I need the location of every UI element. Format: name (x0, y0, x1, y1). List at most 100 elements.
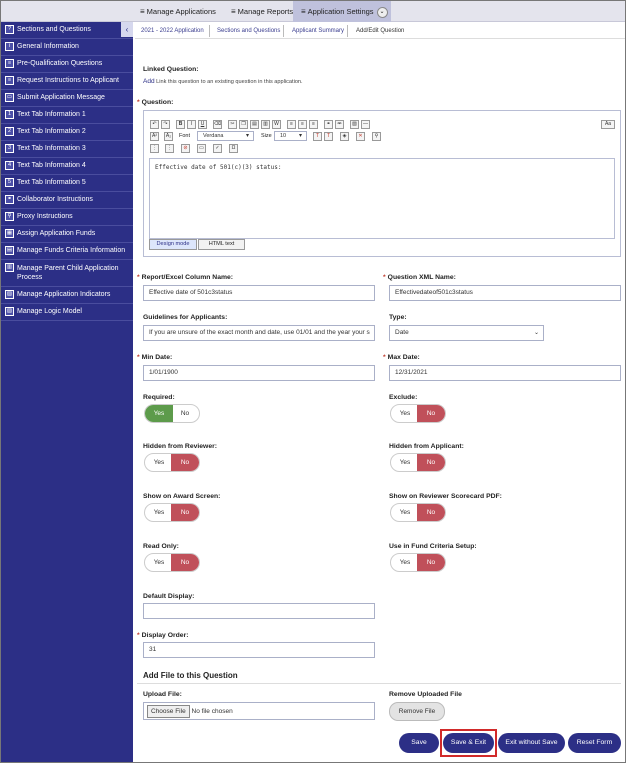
sidebar-item-icon: ▭ (5, 93, 14, 102)
chevron-down-icon: ⌄ (533, 330, 539, 336)
sidebar-item-1[interactable]: i General Information (1, 39, 133, 56)
guidelines-input[interactable]: If you are unsure of the exact month and… (143, 325, 375, 341)
choose-file-button[interactable]: Choose File (147, 705, 190, 718)
cancel-icon[interactable]: ⊘ (181, 144, 190, 153)
sidebar-item-14[interactable]: ▥ Manage Parent Child Application Process (1, 260, 133, 287)
fund-criteria-label: Use in Fund Criteria Setup: (389, 543, 477, 550)
highlight-box (440, 729, 497, 757)
design-mode-tab[interactable]: Design mode (149, 239, 197, 250)
read-only-toggle[interactable]: Yes No (144, 553, 200, 572)
sidebar-item-15[interactable]: ▨ Manage Application Indicators (1, 287, 133, 304)
exclude-label: Exclude: (389, 394, 418, 401)
tab-manage-applications[interactable]: ≡ Manage Applications (132, 1, 224, 22)
save-button[interactable]: Save (399, 733, 439, 753)
award-screen-toggle[interactable]: Yes No (144, 503, 200, 522)
print-icon[interactable]: ▭ (197, 144, 206, 153)
breadcrumb-current: Add/Edit Question (356, 28, 405, 34)
breadcrumb-item[interactable]: 2021 - 2022 Application (141, 25, 204, 37)
sidebar-item-3[interactable]: ≡ Request Instructions to Applicant (1, 73, 133, 90)
add-link[interactable]: Add (143, 78, 155, 85)
unlink-icon[interactable]: ⚮ (335, 120, 344, 129)
subscript-icon[interactable]: A₂ (164, 132, 173, 141)
ordered-list-icon[interactable]: ⋮ (150, 144, 159, 153)
sidebar-item-label: Text Tab Information 1 (17, 111, 86, 118)
link-icon[interactable]: ⚭ (324, 120, 333, 129)
size-select[interactable]: 10 ▾ (274, 131, 307, 141)
required-toggle[interactable]: Yes No (144, 404, 200, 423)
sidebar-item-label: Text Tab Information 4 (17, 162, 86, 169)
sidebar-item-label: Sections and Questions (17, 26, 91, 33)
scorecard-toggle[interactable]: Yes No (390, 503, 446, 522)
file-input[interactable]: Choose File No file chosen (143, 702, 375, 720)
sidebar-item-16[interactable]: ▧ Manage Logic Model (1, 304, 133, 321)
cut-icon[interactable]: ✂ (228, 120, 237, 129)
html-text-tab[interactable]: HTML text (198, 239, 245, 250)
tab-manage-reports[interactable]: ≡ Manage Reports (223, 1, 301, 22)
special-char-icon[interactable]: Ω (229, 144, 238, 153)
hidden-reviewer-toggle[interactable]: Yes No (144, 453, 200, 472)
spellcheck-icon[interactable]: ✓ (213, 144, 222, 153)
sidebar-item-4[interactable]: ▭ Submit Application Message (1, 90, 133, 107)
image-icon[interactable]: ▨ (350, 120, 359, 129)
align-center-icon[interactable]: ≡ (298, 120, 307, 129)
eraser-icon[interactable]: ⌫ (213, 120, 222, 129)
zoom-icon[interactable]: ⚲ (372, 132, 381, 141)
align-left-icon[interactable]: ≡ (287, 120, 296, 129)
question-text-area[interactable]: Effective date of 501(c)(3) status: (149, 158, 615, 239)
font-select[interactable]: Verdana ▾ (197, 131, 254, 141)
bold-icon[interactable]: B (176, 120, 185, 129)
text-color-icon[interactable]: T (313, 132, 322, 141)
paste-text-icon[interactable]: ▥ (261, 120, 270, 129)
display-order-input[interactable]: 31 (143, 642, 375, 658)
sidebar-item-label: Manage Parent Child Application Process (17, 265, 119, 281)
sidebar-item-0[interactable]: ? Sections and Questions (1, 22, 133, 39)
reset-form-button[interactable]: Reset Form (568, 733, 621, 753)
sidebar-item-5[interactable]: 1 Text Tab Information 1 (1, 107, 133, 124)
fill-icon[interactable]: ◈ (340, 132, 349, 141)
min-date-input[interactable]: 1/01/1900 (143, 365, 375, 381)
font-case-button[interactable]: Aa (601, 120, 615, 129)
sidebar-item-12[interactable]: ▦ Assign Application Funds (1, 226, 133, 243)
breadcrumb-item[interactable]: Sections and Questions (217, 25, 280, 37)
sidebar-item-6[interactable]: 2 Text Tab Information 2 (1, 124, 133, 141)
paste-word-icon[interactable]: W (272, 120, 281, 129)
report-column-input[interactable]: Effective date of 501c3status (143, 285, 375, 301)
breadcrumb-item[interactable]: Applicant Summary (292, 25, 344, 37)
report-column-label: * Report/Excel Column Name: (137, 274, 234, 281)
paste-icon[interactable]: ▤ (250, 120, 259, 129)
sidebar-item-2[interactable]: ≡ Pre-Qualification Questions (1, 56, 133, 73)
default-display-input[interactable] (143, 603, 375, 619)
sidebar-item-label: Text Tab Information 2 (17, 128, 86, 135)
superscript-icon[interactable]: A² (150, 132, 159, 141)
tab-application-settings[interactable]: ≡ Application Settings ⌄ (293, 1, 391, 22)
exclude-toggle[interactable]: Yes No (390, 404, 446, 423)
italic-icon[interactable]: I (187, 120, 196, 129)
underline-icon[interactable]: U (198, 120, 207, 129)
hidden-applicant-toggle[interactable]: Yes No (390, 453, 446, 472)
sidebar-item-icon: ▥ (5, 263, 14, 272)
horizontal-rule-icon[interactable]: — (361, 120, 370, 129)
redo-icon[interactable]: ↷ (161, 120, 170, 129)
fund-criteria-toggle[interactable]: Yes No (390, 553, 446, 572)
display-order-label: * Display Order: (137, 632, 189, 639)
max-date-input[interactable]: 12/31/2021 (389, 365, 621, 381)
remove-format-icon[interactable]: ✕ (356, 132, 365, 141)
sidebar-item-7[interactable]: 3 Text Tab Information 3 (1, 141, 133, 158)
sidebar-item-10[interactable]: ⚭ Collaborator Instructions (1, 192, 133, 209)
type-select[interactable]: Date ⌄ (389, 325, 544, 341)
sidebar-item-label: Text Tab Information 5 (17, 179, 86, 186)
menu-icon: ≡ (140, 7, 145, 16)
highlight-color-icon[interactable]: T (324, 132, 333, 141)
sidebar-item-9[interactable]: 5 Text Tab Information 5 (1, 175, 133, 192)
align-right-icon[interactable]: ≡ (309, 120, 318, 129)
exit-without-save-button[interactable]: Exit without Save (498, 733, 565, 753)
sidebar-item-13[interactable]: ▤ Manage Funds Criteria Information (1, 243, 133, 260)
xml-name-input[interactable]: Effectivedateof501c3status (389, 285, 621, 301)
sidebar-item-8[interactable]: 4 Text Tab Information 4 (1, 158, 133, 175)
unordered-list-icon[interactable]: ⋮ (165, 144, 174, 153)
copy-icon[interactable]: ❐ (239, 120, 248, 129)
sidebar-item-11[interactable]: ⚲ Proxy Instructions (1, 209, 133, 226)
remove-file-button[interactable]: Remove File (389, 702, 445, 721)
undo-icon[interactable]: ↶ (150, 120, 159, 129)
chevron-down-icon[interactable]: ⌄ (376, 6, 388, 18)
